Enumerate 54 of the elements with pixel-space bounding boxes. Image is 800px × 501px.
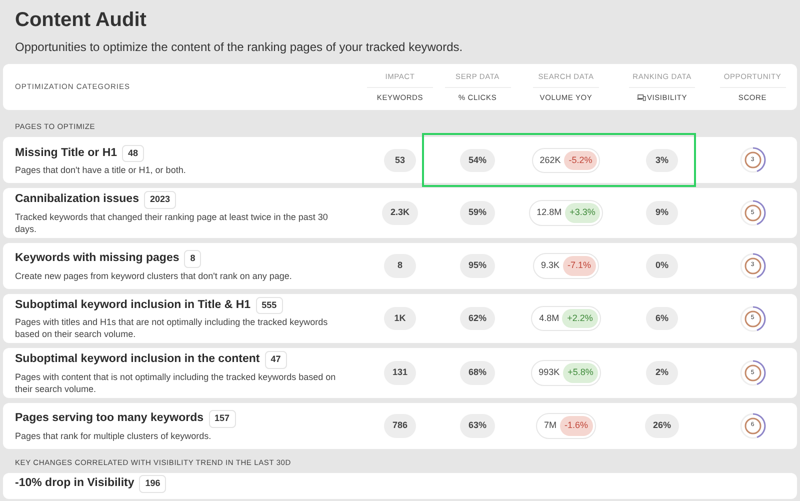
keywords-value: 8 bbox=[384, 254, 416, 278]
category-title: -10% drop in Visibility bbox=[15, 476, 134, 492]
category-title: Missing Title or H1 bbox=[15, 146, 118, 161]
category-title: Pages serving too many keywords bbox=[15, 411, 204, 426]
category-title: Suboptimal keyword inclusion in Title & H1 bbox=[15, 298, 251, 313]
keywords-value: 786 bbox=[384, 414, 416, 438]
keywords-value: 131 bbox=[384, 361, 416, 385]
page-subtitle: Opportunities to optimize the content of the ranking pages of your tracked keywords. bbox=[14, 39, 464, 56]
clicks-value: 62% bbox=[460, 306, 494, 330]
category-description: Create new pages from keyword clusters that don't rank on any page. bbox=[15, 270, 293, 282]
clicks-value: 59% bbox=[460, 201, 494, 225]
visibility-value: 2% bbox=[646, 361, 678, 385]
clicks-value: 95% bbox=[460, 254, 494, 278]
volume-value: 262K bbox=[540, 154, 561, 166]
visibility-value: 6% bbox=[646, 306, 678, 330]
volume-value: 993K bbox=[538, 366, 560, 380]
count-badge: 2023 bbox=[144, 191, 176, 209]
volume-value: 9.3K bbox=[540, 259, 560, 272]
category-title: Keywords with missing pages bbox=[15, 251, 180, 266]
clicks-value: 54% bbox=[460, 148, 494, 172]
category-description: Pages with content that is not optimally including the tracked keywords based on their search volume. bbox=[15, 370, 337, 395]
count-badge: 157 bbox=[208, 410, 236, 428]
visibility-value: 0% bbox=[646, 254, 678, 278]
yoy-change: -5.2% bbox=[564, 150, 598, 170]
category-title: Suboptimal keyword inclusion in the content bbox=[15, 352, 260, 368]
visibility-value: 3% bbox=[646, 148, 678, 172]
devices-icon bbox=[636, 94, 646, 102]
category-description: Pages that rank for multiple clusters of keywords. bbox=[15, 430, 212, 442]
count-badge: 48 bbox=[122, 144, 144, 162]
keywords-value: 53 bbox=[384, 148, 416, 172]
page-title: Content Audit bbox=[14, 8, 148, 32]
category-description: Pages with titles and H1s that are not optimally including the tracked keywords based on their search volume. bbox=[15, 316, 329, 340]
yoy-change: +5.8% bbox=[562, 363, 598, 383]
count-badge: 196 bbox=[139, 475, 166, 492]
keywords-value: 1K bbox=[384, 306, 416, 330]
volume-value: 4.8M bbox=[539, 312, 560, 325]
count-badge: 555 bbox=[256, 296, 283, 314]
visibility-value: 9% bbox=[646, 201, 678, 225]
yoy-change: -7.1% bbox=[562, 256, 596, 276]
count-badge: 47 bbox=[264, 351, 287, 369]
category-row[interactable]: -10% drop in Visibility 196 bbox=[3, 473, 797, 498]
yoy-change: -1.6% bbox=[560, 416, 594, 436]
volume-value: 12.8M bbox=[536, 206, 562, 220]
category-title: Cannibalization issues bbox=[15, 192, 139, 208]
yoy-change: +3.3% bbox=[564, 203, 600, 223]
category-description: Pages that don't have a title or H1, or both. bbox=[15, 164, 187, 176]
yoy-change: +2.2% bbox=[562, 308, 598, 328]
category-description: Tracked keywords that changed their ranking page at least twice in the past 30 days. bbox=[15, 210, 329, 235]
clicks-value: 68% bbox=[460, 361, 494, 385]
clicks-value: 63% bbox=[460, 414, 494, 438]
volume-value: 7M bbox=[544, 419, 556, 432]
keywords-value: 2.3K bbox=[382, 201, 418, 225]
count-badge: 8 bbox=[184, 250, 202, 268]
visibility-value: 26% bbox=[644, 414, 679, 438]
